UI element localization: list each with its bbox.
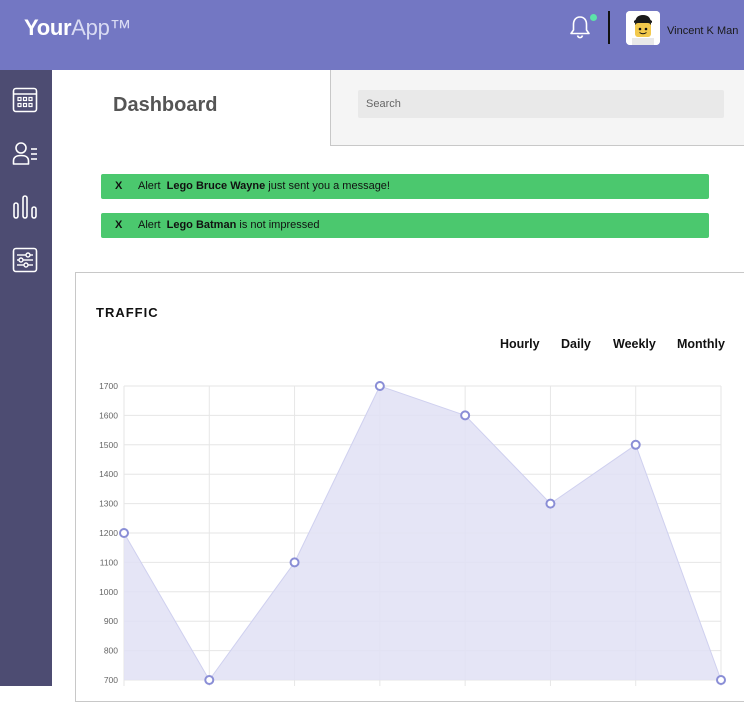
alert-body: just sent you a message! <box>265 180 390 192</box>
logo-light: App™ <box>71 15 132 40</box>
alert-text: Alert Lego Bruce Wayne just sent you a me… <box>138 180 390 192</box>
alert-body: is not impressed <box>236 219 320 231</box>
alert-text: Alert Lego Batman is not impressed <box>138 219 319 231</box>
notification-dot <box>590 14 597 21</box>
alert-message: X Alert Lego Batman is not impressed <box>101 213 709 238</box>
y-tick-label: 1000 <box>99 587 118 597</box>
bar-chart-icon[interactable] <box>12 194 38 220</box>
alert-sender: Lego Bruce Wayne <box>166 180 266 192</box>
search-input[interactable] <box>358 90 724 118</box>
alert-sender: Lego Batman <box>166 219 237 231</box>
page-title: Dashboard <box>113 94 218 116</box>
traffic-chart: 700 800 900 1000 1100 1200 1300 1400 1500 1600 170… <box>99 381 726 686</box>
calendar-grid-icon[interactable] <box>12 87 38 113</box>
sidebar <box>0 70 52 686</box>
y-tick-label: 1400 <box>99 469 118 479</box>
users-list-icon[interactable] <box>12 140 38 166</box>
alert-label: Alert <box>138 180 161 192</box>
data-point <box>460 410 471 421</box>
y-tick-label: 1100 <box>100 557 119 567</box>
avatar-image <box>626 11 660 45</box>
data-point <box>545 498 556 509</box>
search-panel <box>330 70 744 146</box>
data-point <box>716 675 726 685</box>
bell-icon[interactable] <box>569 15 591 39</box>
alert-message: X Alert Lego Bruce Wayne just sent you a … <box>101 174 709 199</box>
title-panel: Dashboard <box>52 70 330 146</box>
data-point <box>374 381 385 391</box>
data-point <box>204 675 215 685</box>
app-header: YourApp™ Vincent K Man <box>0 0 744 70</box>
user-name[interactable]: Vincent K Man <box>667 25 738 37</box>
y-tick-label: 1300 <box>99 499 118 509</box>
y-tick-label: 800 <box>104 646 118 656</box>
alert-close-button[interactable]: X <box>115 219 122 231</box>
y-tick-label: 700 <box>104 675 118 685</box>
data-point <box>630 439 641 450</box>
settings-sliders-icon[interactable] <box>12 247 38 273</box>
header-divider <box>608 11 610 44</box>
y-tick-label: 1600 <box>99 410 118 420</box>
alert-close-button[interactable]: X <box>115 180 122 192</box>
y-tick-label: 1200 <box>99 528 118 538</box>
app-logo[interactable]: YourApp™ <box>24 15 132 41</box>
logo-bold: Your <box>24 15 72 40</box>
y-tick-label: 900 <box>104 616 118 626</box>
data-point <box>119 528 129 538</box>
y-tick-label: 1700 <box>99 381 118 391</box>
avatar[interactable] <box>626 11 660 45</box>
alert-label: Alert <box>138 219 161 231</box>
traffic-card: TRAFFIC Hourly Daily Weekly Monthly 700 8… <box>75 272 744 702</box>
data-point <box>289 557 300 568</box>
y-tick-label: 1500 <box>99 440 118 450</box>
